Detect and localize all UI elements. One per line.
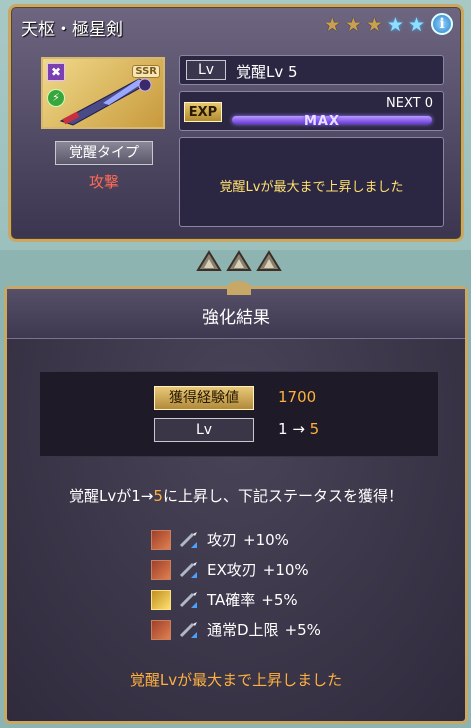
footer-message: 覚醒Lvが最大まで上昇しました	[129, 671, 343, 689]
attack-icon	[151, 529, 171, 550]
info-icon[interactable]: i	[431, 13, 453, 35]
message-box: 覚醒Lvが最大まで上昇しました	[179, 137, 444, 227]
star-icon: ★	[386, 14, 404, 36]
panel-title: 強化結果	[202, 308, 270, 328]
bonus-row: TA確率 +5%	[151, 589, 298, 610]
bonus-row: 攻刃 +10%	[151, 529, 289, 550]
bonus-pct: +10%	[262, 560, 309, 579]
up-arrow-icon	[226, 250, 252, 271]
rarity-stars: ★ ★ ★ ★ ★	[324, 15, 425, 35]
level-label: Lv	[154, 418, 254, 442]
element-icon: ✖	[47, 63, 65, 81]
summary-post: に上昇し、下記ステータスを獲得！	[162, 487, 403, 505]
bonus-pct: +10%	[243, 530, 289, 549]
bonus-row: 通常D上限 +5%	[151, 619, 321, 640]
panel-header: 強化結果	[7, 281, 465, 339]
ssr-badge: SSR	[132, 65, 160, 78]
bonus-pct: +5%	[284, 620, 321, 639]
attack-icon	[151, 619, 171, 640]
exp-tag: EXP	[184, 102, 222, 122]
summary-level: 5	[153, 487, 163, 505]
attack-icon	[151, 559, 171, 580]
progress-arrows	[196, 250, 282, 272]
up-arrow-icon	[196, 250, 222, 271]
weapon-image[interactable]: SSR ✖ ⚡	[41, 57, 165, 129]
exp-gained-value: 1700	[278, 388, 317, 406]
exp-box: EXP NEXT 0 MAX	[179, 91, 444, 131]
bonus-name: TA確率	[207, 591, 256, 609]
max-label: MAX	[304, 114, 341, 129]
awakening-type-label: 覚醒タイプ	[55, 141, 153, 165]
star-icon: ★	[407, 14, 425, 36]
awakening-level: 覚醒Lv 5	[236, 63, 298, 81]
summary-pre: 覚醒Lvが1→	[69, 487, 154, 505]
result-panel: 強化結果 獲得経験値 1700 Lv 1 → 5 覚醒Lvが1→5に上昇し、下記…	[4, 281, 468, 724]
level-change: 1 → 5	[278, 420, 319, 438]
sword-up-icon	[179, 591, 197, 608]
up-arrow-icon	[256, 250, 282, 271]
level-box: Lv 覚醒Lv 5	[179, 55, 444, 85]
exp-gained-label: 獲得経験値	[154, 386, 254, 410]
level-to: 5	[309, 420, 320, 438]
bonus-pct: +5%	[261, 590, 298, 609]
level-arrow: →	[287, 420, 310, 438]
ornament-icon	[227, 281, 251, 295]
awakening-type-value: 攻撃	[88, 173, 119, 191]
level-tag: Lv	[186, 60, 226, 80]
summary-text: 覚醒Lvが1→5に上昇し、下記ステータスを獲得！	[7, 485, 465, 506]
sword-up-icon	[179, 561, 197, 578]
sword-up-icon	[179, 531, 197, 548]
weapon-card: 天枢・極星剣 ★ ★ ★ ★ ★ i SSR ✖ ⚡ 覚醒タイプ 攻撃 Lv 覚…	[8, 4, 464, 242]
level-from: 1	[278, 420, 288, 438]
sword-up-icon	[179, 621, 197, 638]
max-message: 覚醒Lvが最大まで上昇しました	[219, 180, 404, 195]
bonus-row: EX攻刃 +10%	[151, 559, 309, 580]
bonus-name: EX攻刃	[207, 561, 257, 579]
skill-icon: ⚡	[47, 89, 65, 107]
triple-attack-icon	[151, 589, 171, 610]
result-stats: 獲得経験値 1700 Lv 1 → 5	[39, 371, 439, 457]
star-icon: ★	[344, 14, 362, 36]
next-exp: NEXT 0	[386, 96, 433, 111]
star-icon: ★	[323, 14, 341, 36]
weapon-name: 天枢・極星剣	[21, 20, 123, 40]
bonus-name: 通常D上限	[207, 621, 279, 639]
star-icon: ★	[365, 14, 383, 36]
bonus-name: 攻刃	[207, 531, 238, 549]
